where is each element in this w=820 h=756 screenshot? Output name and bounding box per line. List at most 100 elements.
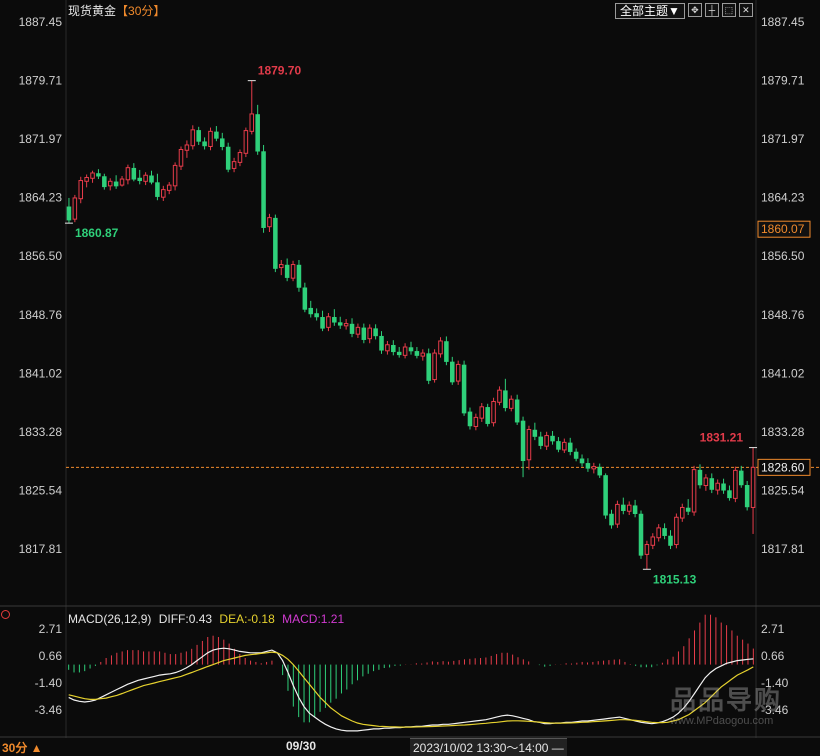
candle-body <box>632 505 638 515</box>
price-tick-left: 1841.02 <box>19 366 63 380</box>
price-tick-left: 1825.54 <box>19 484 63 498</box>
macd-name: MACD(26,12,9) <box>68 612 152 626</box>
candle-body <box>373 328 378 337</box>
candle-body <box>473 416 479 427</box>
candle-body <box>361 327 367 340</box>
macd-macd-value: MACD:1.21 <box>282 612 345 626</box>
macd-tick-left: 2.71 <box>39 622 63 636</box>
candle-body <box>503 390 508 409</box>
candle-body <box>514 399 520 423</box>
macd-tick-left: -1.40 <box>35 676 63 690</box>
candle-body <box>78 180 84 200</box>
candle-body <box>532 429 538 437</box>
candle-body <box>349 323 355 334</box>
candle-body <box>214 131 219 139</box>
price-tick-right: 1817.81 <box>761 542 805 556</box>
candle-body <box>444 341 449 362</box>
candle-body <box>550 435 555 442</box>
candle-body <box>567 442 573 452</box>
chart-canvas[interactable]: 1887.45 1887.45 1879.71 1879.71 1871.97 1871.… <box>0 0 820 755</box>
candle-body <box>621 504 626 511</box>
extreme-label: 1831.21 <box>700 431 744 445</box>
candle-body <box>314 313 319 318</box>
candle-body <box>556 441 561 450</box>
candle-body <box>733 469 738 499</box>
x-axis-date: 09/30 <box>286 739 317 753</box>
macd-tick-right: -3.46 <box>761 703 789 717</box>
macd-tick-right: 2.71 <box>761 622 785 636</box>
candle-body <box>278 264 284 269</box>
candle-body <box>709 478 715 490</box>
candle-body <box>131 167 137 180</box>
candle-body <box>391 345 396 353</box>
candle-body <box>727 490 732 499</box>
price-tick-right: 1871.97 <box>761 132 805 146</box>
cursor-time-label: 2023/10/02 13:30～14:00 — <box>410 738 567 756</box>
candle-body <box>691 469 697 513</box>
candle-body <box>284 264 290 278</box>
candle-body <box>326 316 331 328</box>
candle-body <box>432 352 437 381</box>
candle-body <box>143 174 148 182</box>
candle-body <box>237 152 243 163</box>
macd-tick-left: -3.46 <box>35 703 63 717</box>
macd-tick-right: -1.40 <box>761 676 789 690</box>
candle-body <box>385 344 390 352</box>
period-toggle-button[interactable]: 30分 ▲ <box>2 739 43 756</box>
candle-body <box>208 130 213 147</box>
candle-body <box>426 353 431 381</box>
candle-body <box>96 173 101 177</box>
candle-body <box>72 197 78 220</box>
candle-body <box>196 130 201 142</box>
candle-body <box>644 544 650 555</box>
extreme-label: 1860.87 <box>75 226 119 240</box>
candle-body <box>107 180 113 187</box>
price-tick-right: 1864.23 <box>761 191 805 205</box>
price-tick-left: 1856.50 <box>19 249 63 263</box>
candle-body <box>249 113 255 132</box>
candle-body <box>479 406 485 419</box>
candle-body <box>668 535 673 546</box>
dea-line <box>68 651 754 728</box>
candle-body <box>320 317 325 329</box>
candle-body <box>190 129 196 147</box>
candle-body <box>149 175 154 183</box>
price-tick-right: 1879.71 <box>761 74 805 88</box>
candle-body <box>296 264 302 288</box>
candle-body <box>650 536 656 546</box>
candle-body <box>161 189 166 198</box>
candle-body <box>231 161 237 169</box>
candle-body <box>90 172 95 179</box>
price-tick-right: 1833.28 <box>761 425 805 439</box>
macd-dea-value: DEA:-0.18 <box>219 612 275 626</box>
candle-body <box>261 151 266 228</box>
candle-body <box>308 307 314 315</box>
candle-body <box>597 466 602 476</box>
candle-body <box>662 528 667 536</box>
candle-body <box>66 206 72 221</box>
candle-body <box>685 507 691 512</box>
candle-body <box>750 466 756 508</box>
candle-body <box>178 149 184 167</box>
price-tick-left: 1817.81 <box>19 542 63 556</box>
candle-body <box>137 177 142 182</box>
candle-body <box>497 389 502 403</box>
candle-body <box>102 176 107 188</box>
candle-body <box>332 317 337 323</box>
candle-body <box>155 182 160 197</box>
candle-body <box>396 351 402 356</box>
candle-body <box>455 363 461 382</box>
candle-body <box>680 506 685 519</box>
price-tick-right: 1841.02 <box>761 366 805 380</box>
candle-body <box>585 463 591 469</box>
price-tick-left: 1864.23 <box>19 191 63 205</box>
candle-body <box>656 527 661 539</box>
macd-tick-left: 0.66 <box>39 649 63 663</box>
candle-body <box>367 327 372 340</box>
indicator-marker-icon[interactable] <box>1 610 10 619</box>
candle-body <box>125 167 131 181</box>
candle-body <box>337 322 343 326</box>
candle-body <box>626 504 632 512</box>
price-tick-left: 1879.71 <box>19 74 63 88</box>
candle-body <box>467 411 473 427</box>
